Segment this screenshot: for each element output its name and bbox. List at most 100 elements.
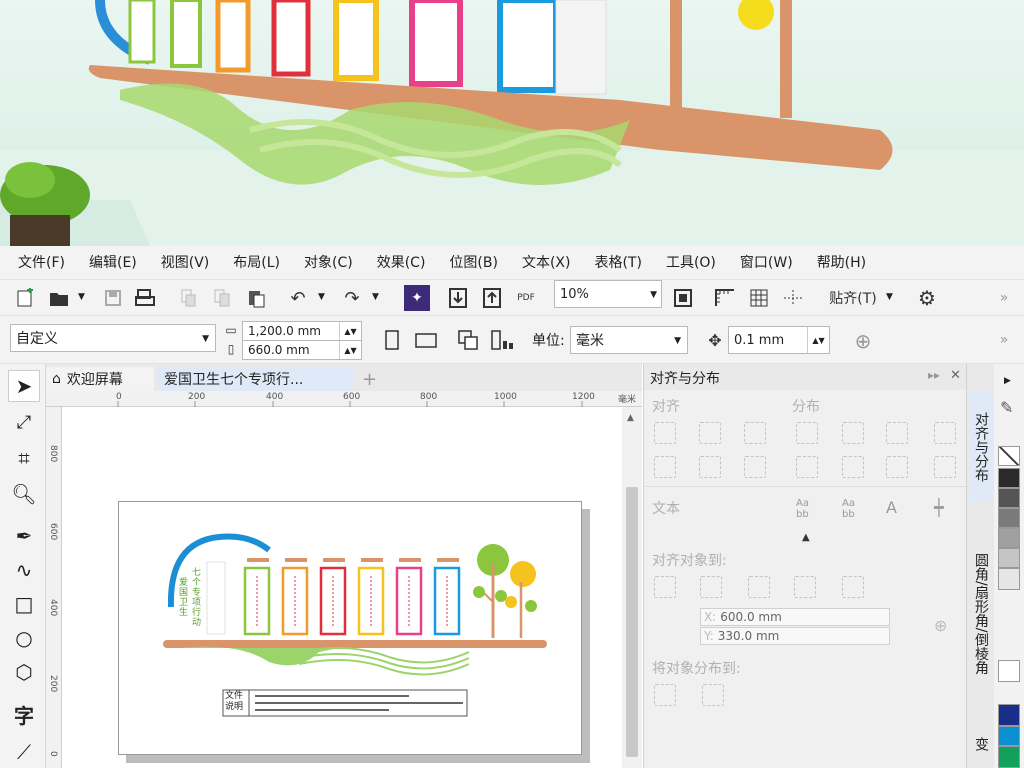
menu-table[interactable]: 表格(T) [582,246,653,280]
cut-icon[interactable] [176,284,200,312]
show-guidelines-icon[interactable] [780,284,806,312]
color-swatch-navy[interactable] [998,704,1020,726]
current-page-icon[interactable] [488,326,516,354]
color-swatch-gray-40[interactable] [998,528,1020,548]
all-pages-icon[interactable] [454,326,482,354]
nudge-distance-field[interactable]: 0.1 mm ▲▼ [728,326,830,354]
options-gear-icon[interactable]: ⚙ [914,284,940,312]
show-rulers-icon[interactable] [712,284,738,312]
snap-to-dropdown-arrow-icon[interactable]: ▼ [886,292,893,302]
unit-select[interactable]: 毫米 ▼ [570,326,688,354]
copy-icon[interactable] [210,284,234,312]
distribute-bottom-icon[interactable] [886,456,908,478]
x-coordinate-field[interactable]: X: 600.0 mm [700,608,890,626]
align-top-icon[interactable] [654,456,676,478]
zoom-level-select[interactable]: 10% ▼ [554,280,662,308]
open-dropdown-arrow-icon[interactable]: ▼ [78,292,85,302]
text-tool-icon[interactable]: 字 [8,698,40,730]
export-icon[interactable] [480,284,504,312]
redo-icon[interactable]: ↷ [340,284,364,312]
horizontal-ruler[interactable]: 0 200 400 600 800 1000 1200 毫米 [46,391,642,407]
menu-window[interactable]: 窗口(W) [728,246,805,280]
ellipse-tool-icon[interactable]: ○ [8,622,40,654]
distribute-spacing-h-icon[interactable] [934,422,956,444]
redo-dropdown-arrow-icon[interactable]: ▼ [372,292,379,302]
side-tab-transform[interactable]: 变 [969,724,993,764]
color-swatch-black[interactable] [998,468,1020,488]
parallel-dimension-tool-icon[interactable]: ⟋ [8,736,40,768]
docker-expand-icon[interactable]: ▸▸ [928,368,940,382]
drawing-canvas[interactable]: 七个 专项 行动 爱国 卫生 文件 说明 [62,407,622,768]
distribute-center-icon[interactable] [842,422,864,444]
toolbar-overflow-chevron-icon[interactable]: » [994,284,1014,312]
menu-edit[interactable]: 编辑(E) [77,246,149,280]
nudge-spin-icon[interactable]: ▲▼ [807,327,829,353]
menu-layout[interactable]: 布局(L) [221,246,292,280]
specified-point-icon[interactable] [842,576,864,598]
page-edge-icon[interactable] [700,576,722,598]
distribute-top-icon[interactable] [796,456,818,478]
collapse-arrow-icon[interactable]: ▲ [802,532,810,543]
color-swatch-gray-20[interactable] [998,548,1020,568]
import-icon[interactable] [446,284,470,312]
unit-dropdown-arrow-icon[interactable]: ▼ [674,336,681,346]
preset-dropdown-arrow-icon[interactable]: ▼ [202,334,209,344]
zoom-tool-icon[interactable]: 🔍︎ [8,478,40,510]
page-width-field[interactable]: 1,200.0 mm ▲▼ [242,321,362,341]
vertical-ruler[interactable]: 800 600 400 200 0 [46,407,62,768]
artistic-media-tool-icon[interactable]: ∿ [8,554,40,586]
side-tab-align-distribute[interactable]: 对齐与分布 [969,392,993,502]
add-tab-plus-icon[interactable]: + [356,367,383,391]
scroll-up-arrow-icon[interactable]: ▲ [627,413,634,423]
distribute-middle-icon[interactable] [842,456,864,478]
text-align-first-baseline-icon[interactable]: Aa bb [796,498,809,520]
menu-help[interactable]: 帮助(H) [805,246,878,280]
eyedropper-icon[interactable]: ✎ [1000,398,1013,417]
menu-tools[interactable]: 工具(O) [654,246,728,280]
menu-file[interactable]: 文件(F) [0,246,77,280]
distribute-to-selection-icon[interactable] [654,684,676,706]
page-preset-select[interactable]: 自定义 ▼ [10,324,216,352]
page-height-field[interactable]: 660.0 mm ▲▼ [242,340,362,360]
add-plus-circle-icon[interactable]: ⊕ [850,328,876,354]
search-content-icon[interactable]: ✦ [404,285,430,311]
menu-object[interactable]: 对象(C) [292,246,365,280]
align-center-vertical-icon[interactable] [699,456,721,478]
text-bounding-box-icon[interactable]: A [886,498,897,517]
paste-icon[interactable] [244,284,268,312]
pick-point-icon[interactable]: ⊕ [934,616,947,635]
color-swatch-green[interactable] [998,746,1020,768]
propbar-overflow-chevron-icon[interactable]: » [994,326,1014,354]
portrait-orientation-icon[interactable] [380,326,404,354]
y-coordinate-field[interactable]: Y: 330.0 mm [700,627,890,645]
menu-effects[interactable]: 效果(C) [365,246,438,280]
tab-welcome-screen[interactable]: ⌂ 欢迎屏幕 [46,367,154,391]
landscape-orientation-icon[interactable] [412,326,440,354]
menu-text[interactable]: 文本(X) [510,246,583,280]
crop-tool-icon[interactable]: ⌗ [8,442,40,474]
color-swatch-gray-80[interactable] [998,488,1020,508]
active-object-icon[interactable] [654,576,676,598]
align-left-icon[interactable] [654,422,676,444]
shape-tool-icon[interactable]: ⤢ [8,406,40,438]
grid-icon[interactable] [794,576,816,598]
pick-tool-icon[interactable]: ➤ [8,370,40,402]
rectangle-tool-icon[interactable]: □ [8,588,40,620]
tab-document[interactable]: 爱国卫生七个专项行... [158,367,354,391]
text-outline-icon[interactable]: ┿ [934,498,944,517]
height-spin-icon[interactable]: ▲▼ [339,341,361,359]
publish-pdf-icon[interactable]: PDF [512,282,540,314]
open-folder-icon[interactable] [46,284,72,312]
print-icon[interactable] [132,284,158,312]
palette-up-arrow-icon[interactable]: ▶ [1004,376,1011,386]
menu-view[interactable]: 视图(V) [149,246,222,280]
color-swatch-gray-60[interactable] [998,508,1020,528]
width-spin-icon[interactable]: ▲▼ [339,322,361,340]
color-swatch-blue[interactable] [998,726,1020,746]
full-screen-icon[interactable] [670,284,696,312]
no-fill-swatch[interactable] [998,446,1020,466]
save-icon[interactable] [100,284,126,312]
scrollbar-thumb[interactable] [626,487,638,757]
text-align-last-baseline-icon[interactable]: Aa bb [842,498,855,520]
undo-icon[interactable]: ↶ [286,284,310,312]
